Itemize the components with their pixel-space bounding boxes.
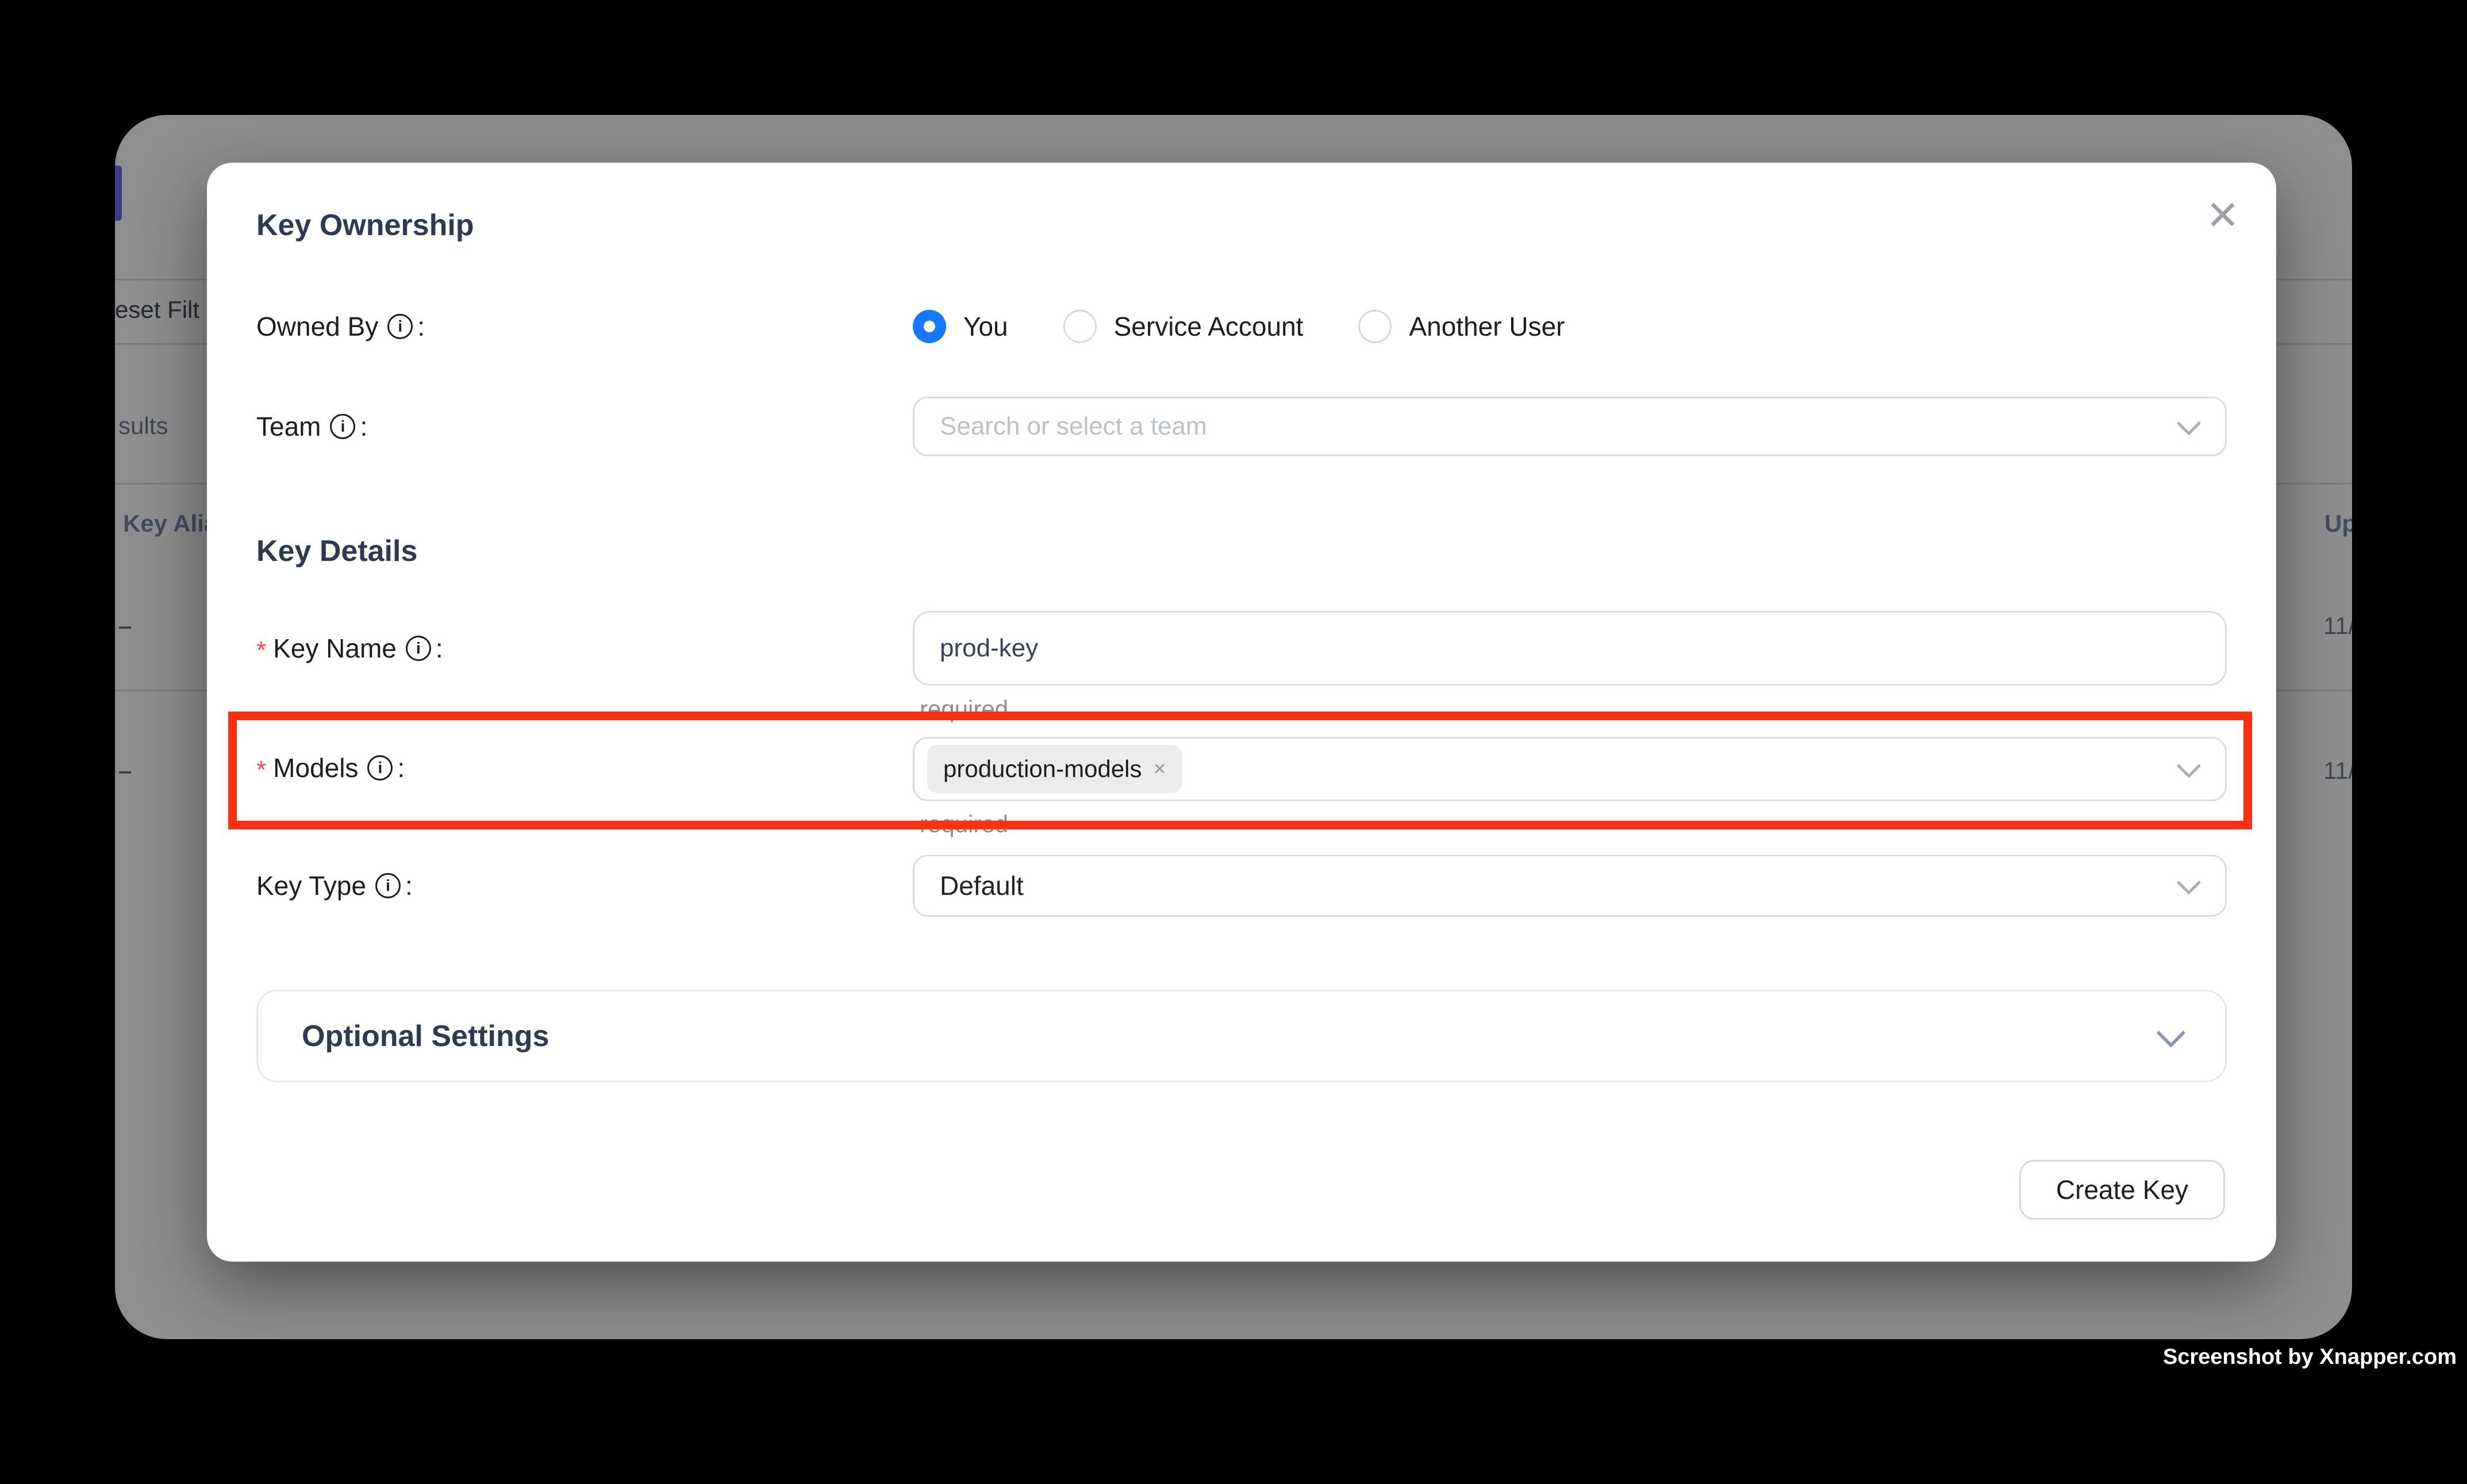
radio-unselected-icon[interactable] bbox=[1358, 310, 1392, 343]
radio-unselected-icon[interactable] bbox=[1063, 310, 1097, 343]
models-select[interactable]: production-models × bbox=[913, 737, 2227, 801]
section-title-key-details: Key Details bbox=[256, 533, 417, 569]
owned-by-label: Owned By i : bbox=[256, 309, 425, 344]
owned-by-label-text: Owned By bbox=[256, 311, 378, 342]
team-label-text: Team bbox=[256, 411, 321, 442]
models-tag: production-models × bbox=[927, 745, 1182, 793]
team-select[interactable]: Search or select a team bbox=[913, 397, 2227, 456]
info-icon: i bbox=[387, 314, 413, 339]
create-key-button-edge bbox=[115, 166, 122, 221]
owned-by-radio-group: You Service Account Another User bbox=[913, 310, 1565, 343]
results-count-partial: sults bbox=[118, 413, 168, 439]
create-key-button[interactable]: Create Key bbox=[2019, 1160, 2225, 1220]
close-icon[interactable]: × bbox=[2207, 188, 2238, 241]
table-cell-date-partial: 11/ bbox=[2323, 758, 2352, 784]
radio-service-account-label: Service Account bbox=[1114, 311, 1304, 342]
column-header-key-alias-partial: Key Alia bbox=[123, 510, 217, 537]
key-name-label-text: Key Name bbox=[273, 633, 397, 664]
models-tag-label: production-models bbox=[943, 755, 1142, 783]
models-validation-message: required bbox=[920, 810, 1008, 838]
models-label-text: Models bbox=[273, 752, 358, 783]
chevron-down-icon bbox=[2177, 753, 2201, 778]
label-colon: : bbox=[405, 870, 413, 901]
key-type-select[interactable]: Default bbox=[913, 855, 2227, 917]
radio-another-user[interactable]: Another User bbox=[1358, 310, 1565, 343]
table-cell-dash: – bbox=[118, 613, 132, 639]
team-label: Team i : bbox=[256, 409, 367, 444]
key-type-label-text: Key Type bbox=[256, 870, 366, 901]
info-icon: i bbox=[367, 755, 393, 781]
label-colon: : bbox=[360, 411, 367, 442]
column-header-updated-partial: Up bbox=[2324, 510, 2352, 537]
models-label: * Models i : bbox=[256, 750, 405, 786]
radio-service-account[interactable]: Service Account bbox=[1063, 310, 1304, 343]
required-asterisk: * bbox=[256, 636, 266, 665]
key-name-label: * Key Name i : bbox=[256, 630, 443, 666]
team-select-placeholder: Search or select a team bbox=[940, 412, 1207, 441]
watermark-text: Screenshot by Xnapper.com bbox=[2163, 1345, 2457, 1370]
key-type-selected-value: Default bbox=[940, 870, 1024, 901]
label-colon: : bbox=[436, 633, 443, 664]
info-icon: i bbox=[330, 414, 355, 439]
chevron-down-icon bbox=[2157, 1018, 2186, 1047]
table-cell-date-partial: 11/ bbox=[2323, 613, 2352, 639]
key-type-label: Key Type i : bbox=[256, 868, 413, 904]
chevron-down-icon bbox=[2177, 870, 2201, 894]
screenshot-canvas: eset Filt sults Key Alia – – Up 11/ 11/ … bbox=[0, 0, 2467, 1484]
reset-filters-button-partial: eset Filt bbox=[115, 297, 199, 323]
radio-you[interactable]: You bbox=[913, 310, 1008, 343]
section-title-key-ownership: Key Ownership bbox=[256, 207, 474, 243]
radio-another-user-label: Another User bbox=[1409, 311, 1565, 342]
optional-settings-panel[interactable]: Optional Settings bbox=[256, 990, 2227, 1082]
label-colon: : bbox=[417, 311, 425, 342]
radio-selected-icon[interactable] bbox=[913, 310, 946, 343]
required-asterisk: * bbox=[256, 756, 266, 785]
chevron-down-icon bbox=[2177, 411, 2201, 435]
key-name-input[interactable] bbox=[913, 611, 2227, 686]
table-cell-dash: – bbox=[118, 758, 132, 784]
optional-settings-title: Optional Settings bbox=[302, 1019, 549, 1054]
info-icon: i bbox=[375, 873, 401, 898]
key-name-validation-message: required bbox=[920, 695, 1008, 723]
radio-you-label: You bbox=[963, 311, 1008, 342]
create-key-modal: × Key Ownership Owned By i : You Service… bbox=[207, 163, 2276, 1262]
info-icon: i bbox=[406, 636, 431, 661]
label-colon: : bbox=[397, 752, 405, 783]
tag-remove-icon[interactable]: × bbox=[1154, 758, 1166, 780]
